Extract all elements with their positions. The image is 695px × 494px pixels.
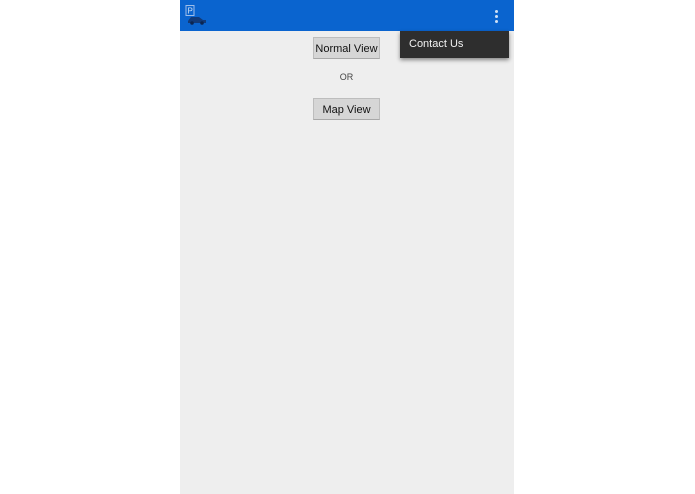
menu-dot <box>494 14 498 18</box>
action-bar: P <box>180 0 514 31</box>
svg-text:P: P <box>188 7 193 16</box>
or-separator: OR <box>339 72 354 82</box>
menu-item-contact-us[interactable]: Contact Us <box>409 31 463 58</box>
parking-car-icon[interactable]: P <box>185 5 207 25</box>
menu-dot <box>494 9 498 13</box>
app-screen: P Normal View OR Map View Contact Us <box>180 0 514 494</box>
map-view-button[interactable]: Map View <box>313 98 380 120</box>
normal-view-button[interactable]: Normal View <box>313 37 380 59</box>
overflow-menu-popup: Contact Us <box>400 31 509 58</box>
menu-dot <box>494 19 498 23</box>
overflow-menu-icon[interactable] <box>488 6 504 26</box>
